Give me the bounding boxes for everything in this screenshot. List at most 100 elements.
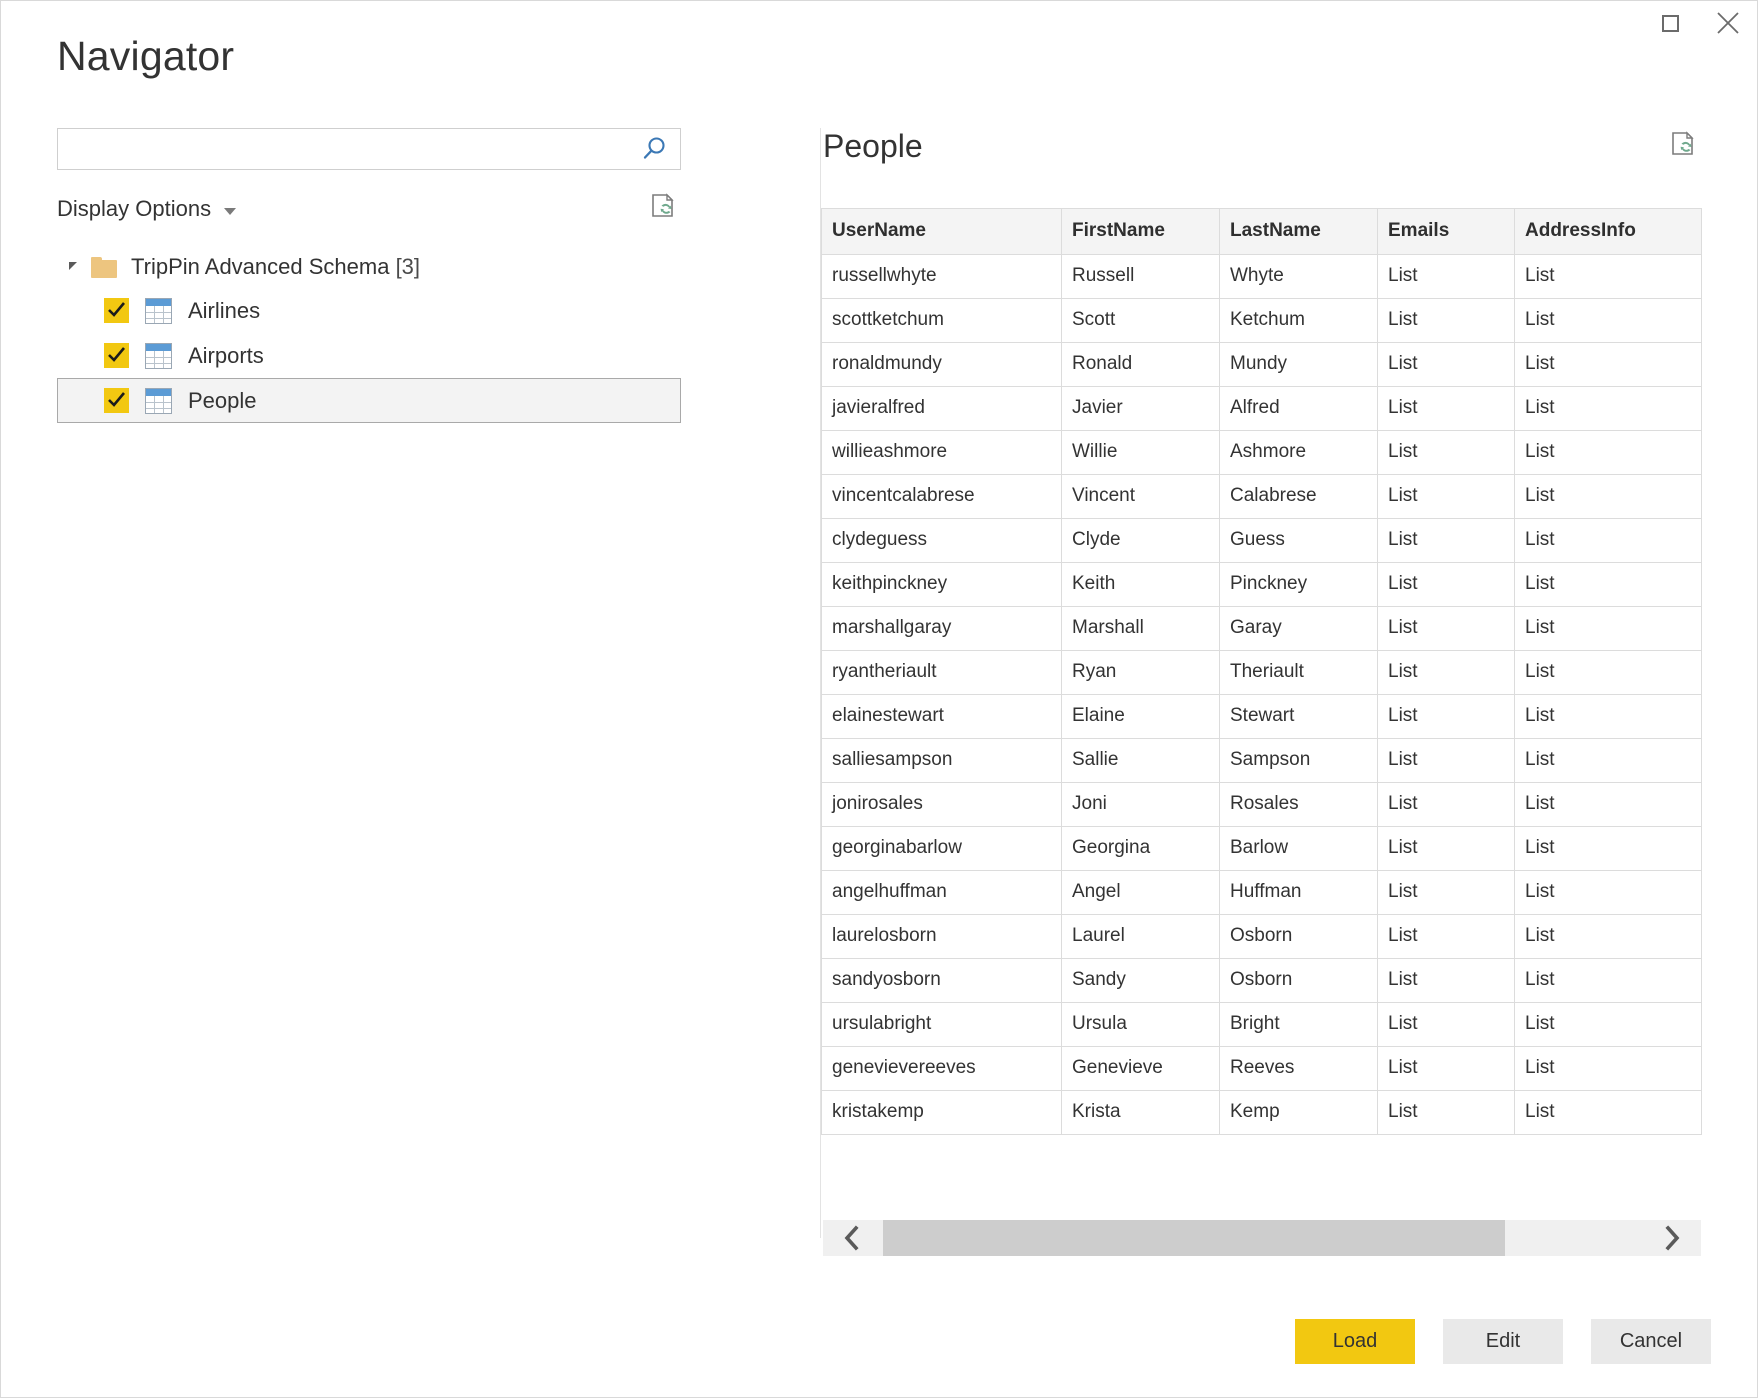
cell-emails: List [1378,1047,1515,1091]
cell-username: angelhuffman [822,871,1062,915]
table-row[interactable]: ursulabrightUrsulaBrightListList [822,1003,1702,1047]
navigator-dialog: Navigator Display Options [0,0,1758,1398]
cell-lastname: Ashmore [1220,431,1378,475]
cancel-button[interactable]: Cancel [1591,1319,1711,1364]
cell-addressinfo: List [1515,959,1702,1003]
table-row[interactable]: russellwhyteRussellWhyteListList [822,255,1702,299]
table-row[interactable]: ronaldmundyRonaldMundyListList [822,343,1702,387]
cell-lastname: Bright [1220,1003,1378,1047]
search-input[interactable] [58,130,632,168]
preview-table: UserName FirstName LastName Emails Addre… [821,208,1702,1135]
cell-firstname: Elaine [1062,695,1220,739]
checkbox-people[interactable] [104,388,129,413]
cell-lastname: Alfred [1220,387,1378,431]
column-header-lastname[interactable]: LastName [1220,209,1378,255]
scrollbar-thumb[interactable] [883,1220,1505,1256]
checkbox-airports[interactable] [104,343,129,368]
scroll-left-button[interactable] [823,1220,883,1256]
scroll-right-button[interactable] [1641,1220,1701,1256]
table-row[interactable]: laurelosbornLaurelOsbornListList [822,915,1702,959]
table-row[interactable]: salliesampsonSallieSampsonListList [822,739,1702,783]
cell-emails: List [1378,651,1515,695]
horizontal-scrollbar[interactable] [823,1220,1701,1256]
load-button[interactable]: Load [1295,1319,1415,1364]
cell-username: genevievereeves [822,1047,1062,1091]
column-header-username[interactable]: UserName [822,209,1062,255]
tree-item-airports[interactable]: Airports [57,333,681,378]
table-row[interactable]: ryantheriaultRyanTheriaultListList [822,651,1702,695]
edit-button[interactable]: Edit [1443,1319,1563,1364]
column-header-addressinfo[interactable]: AddressInfo [1515,209,1702,255]
cell-emails: List [1378,827,1515,871]
cell-lastname: Huffman [1220,871,1378,915]
tree-item-people[interactable]: People [57,378,681,423]
table-row[interactable]: scottketchumScottKetchumListList [822,299,1702,343]
refresh-document-icon-left[interactable] [647,190,681,229]
cell-emails: List [1378,915,1515,959]
cell-firstname: Ryan [1062,651,1220,695]
expand-collapse-triangle-icon[interactable] [69,262,77,270]
cell-emails: List [1378,783,1515,827]
schema-tree: TripPin Advanced Schema [3] Airlines [57,246,681,423]
cell-emails: List [1378,563,1515,607]
cell-firstname: Russell [1062,255,1220,299]
table-row[interactable]: jonirosalesJoniRosalesListList [822,783,1702,827]
tree-item-airlines[interactable]: Airlines [57,288,681,333]
close-button[interactable] [1699,1,1757,45]
cell-firstname: Krista [1062,1091,1220,1135]
table-row[interactable]: keithpinckneyKeithPinckneyListList [822,563,1702,607]
column-header-firstname[interactable]: FirstName [1062,209,1220,255]
checkbox-airlines[interactable] [104,298,129,323]
cell-emails: List [1378,695,1515,739]
cell-lastname: Sampson [1220,739,1378,783]
tree-root-trippin-advanced-schema[interactable]: TripPin Advanced Schema [3] [57,246,681,288]
preview-header: People [821,128,1701,190]
window-controls [1641,1,1757,45]
table-row[interactable]: javieralfredJavierAlfredListList [822,387,1702,431]
cell-emails: List [1378,959,1515,1003]
cell-firstname: Vincent [1062,475,1220,519]
refresh-document-icon-right[interactable] [1667,128,1701,167]
table-body: russellwhyteRussellWhyteListListscottket… [822,255,1702,1135]
table-row[interactable]: sandyosbornSandyOsbornListList [822,959,1702,1003]
table-row[interactable]: willieashmoreWillieAshmoreListList [822,431,1702,475]
close-icon [1716,11,1740,35]
cell-lastname: Ketchum [1220,299,1378,343]
table-header-row: UserName FirstName LastName Emails Addre… [822,209,1702,255]
cell-emails: List [1378,343,1515,387]
cell-emails: List [1378,431,1515,475]
dialog-footer: Load Edit Cancel [1,1319,1758,1364]
table-row[interactable]: kristakempKristaKempListList [822,1091,1702,1135]
table-row[interactable]: georginabarlowGeorginaBarlowListList [822,827,1702,871]
cell-firstname: Javier [1062,387,1220,431]
table-row[interactable]: clydeguessClydeGuessListList [822,519,1702,563]
table-row[interactable]: vincentcalabreseVincentCalabreseListList [822,475,1702,519]
cell-lastname: Theriault [1220,651,1378,695]
search-icon[interactable] [632,129,676,169]
table-header: UserName FirstName LastName Emails Addre… [822,209,1702,255]
search-box[interactable] [57,128,681,170]
cell-addressinfo: List [1515,607,1702,651]
table-row[interactable]: angelhuffmanAngelHuffmanListList [822,871,1702,915]
maximize-button[interactable] [1641,1,1699,45]
cell-username: salliesampson [822,739,1062,783]
folder-icon [91,257,117,278]
chevron-right-icon [1660,1225,1682,1251]
display-options-dropdown[interactable]: Display Options [57,196,236,222]
cell-username: georginabarlow [822,827,1062,871]
left-pane: Display Options [57,128,681,423]
cell-lastname: Calabrese [1220,475,1378,519]
table-row[interactable]: elainestewartElaineStewartListList [822,695,1702,739]
cell-addressinfo: List [1515,695,1702,739]
cell-addressinfo: List [1515,651,1702,695]
cell-firstname: Sallie [1062,739,1220,783]
column-header-emails[interactable]: Emails [1378,209,1515,255]
cell-addressinfo: List [1515,387,1702,431]
cell-addressinfo: List [1515,1003,1702,1047]
table-row[interactable]: marshallgarayMarshallGarayListList [822,607,1702,651]
maximize-icon [1662,15,1679,32]
table-row[interactable]: genevievereevesGenevieveReevesListList [822,1047,1702,1091]
cell-firstname: Georgina [1062,827,1220,871]
scrollbar-track[interactable] [883,1220,1641,1256]
cell-emails: List [1378,519,1515,563]
